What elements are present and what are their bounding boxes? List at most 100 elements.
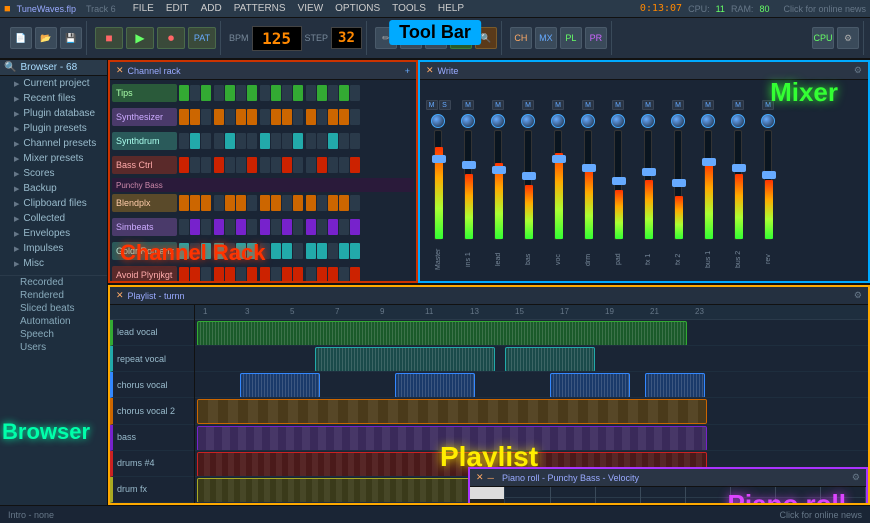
b3-5[interactable]	[236, 157, 246, 173]
beat-0-9[interactable]	[282, 85, 292, 101]
beat-0-14[interactable]	[339, 85, 349, 101]
b4-10[interactable]	[293, 195, 303, 211]
track-name-6[interactable]: drum fx	[110, 477, 194, 503]
piano-key-b4[interactable]	[470, 499, 504, 505]
b7-2[interactable]	[201, 267, 211, 281]
clip-chorus-4[interactable]	[645, 373, 705, 398]
b1-3[interactable]	[214, 109, 224, 125]
track-row-1[interactable]	[195, 346, 868, 372]
b7-8[interactable]	[271, 267, 281, 281]
b5-15[interactable]	[350, 219, 360, 235]
mixer-ch8-pan[interactable]	[671, 114, 685, 128]
mixer-master-mute[interactable]: M	[426, 100, 438, 110]
browser-item-channel-presets[interactable]: Channel presets	[0, 136, 107, 151]
mixer-master-fader[interactable]	[432, 155, 446, 163]
mixer-ch7-mute[interactable]: M	[642, 100, 654, 110]
playlist-toggle[interactable]: PL	[560, 27, 582, 49]
new-project-button[interactable]: 📄	[10, 27, 32, 49]
b5-7[interactable]	[260, 219, 270, 235]
menu-edit[interactable]: EDIT	[163, 3, 192, 14]
mixer-ch2-fader[interactable]	[492, 166, 506, 174]
b4-14[interactable]	[339, 195, 349, 211]
news-text[interactable]: Click for online news	[783, 4, 866, 14]
b1-13[interactable]	[328, 109, 338, 125]
play-button[interactable]: ▶	[126, 27, 154, 49]
track-name-2[interactable]: chorus vocal	[110, 372, 194, 398]
beat-0-6[interactable]	[247, 85, 257, 101]
mixer-ch3-fader[interactable]	[522, 172, 536, 180]
beat-0-13[interactable]	[328, 85, 338, 101]
b7-3[interactable]	[214, 267, 224, 281]
channel-name-0[interactable]: Tips	[112, 84, 177, 102]
mixer-ch9-pan[interactable]	[701, 114, 715, 128]
channel-name-4[interactable]: Blendplx	[112, 194, 177, 212]
browser-item-plugin-db[interactable]: Plugin database	[0, 106, 107, 121]
mixer-ch11-pan[interactable]	[761, 114, 775, 128]
channel-name-2[interactable]: Synthdrum	[112, 132, 177, 150]
mixer-ch10-pan[interactable]	[731, 114, 745, 128]
b4-9[interactable]	[282, 195, 292, 211]
menu-file[interactable]: FILE	[130, 3, 157, 14]
b4-7[interactable]	[260, 195, 270, 211]
b5-5[interactable]	[236, 219, 246, 235]
b5-6[interactable]	[247, 219, 257, 235]
b5-10[interactable]	[293, 219, 303, 235]
menu-help[interactable]: HELP	[435, 3, 467, 14]
beat-0-12[interactable]	[317, 85, 327, 101]
track-row-0[interactable]	[195, 320, 868, 346]
browser-sub-recorded[interactable]: Recorded	[0, 276, 107, 289]
track-row-3[interactable]	[195, 398, 868, 424]
b4-0[interactable]	[179, 195, 189, 211]
track-name-3[interactable]: chorus vocal 2	[110, 398, 194, 424]
b3-12[interactable]	[317, 157, 327, 173]
b1-12[interactable]	[317, 109, 327, 125]
b3-15[interactable]	[350, 157, 360, 173]
piano-roll-toggle[interactable]: PR	[585, 27, 607, 49]
b5-12[interactable]	[317, 219, 327, 235]
clip-chorus-2[interactable]	[395, 373, 475, 398]
b7-10[interactable]	[293, 267, 303, 281]
mixer-ch2-pan[interactable]	[491, 114, 505, 128]
clip-repeat-2[interactable]	[505, 347, 595, 372]
b3-2[interactable]	[201, 157, 211, 173]
b4-13[interactable]	[328, 195, 338, 211]
b2-9[interactable]	[282, 133, 292, 149]
clip-chorus-1[interactable]	[240, 373, 320, 398]
mixer-master-solo[interactable]: S	[439, 100, 451, 110]
b5-4[interactable]	[225, 219, 235, 235]
channel-name-3[interactable]: Bass Ctrl	[112, 156, 177, 174]
mixer-ch1-mute[interactable]: M	[462, 100, 474, 110]
b3-6[interactable]	[247, 157, 257, 173]
mixer-ch1-pan[interactable]	[461, 114, 475, 128]
mixer-ch5-pan[interactable]	[581, 114, 595, 128]
b7-13[interactable]	[328, 267, 338, 281]
clip-lead-vocal-main[interactable]	[197, 321, 687, 346]
b5-0[interactable]	[179, 219, 189, 235]
b5-8[interactable]	[271, 219, 281, 235]
b1-0[interactable]	[179, 109, 189, 125]
b5-2[interactable]	[201, 219, 211, 235]
b6-15[interactable]	[350, 243, 360, 259]
b7-11[interactable]	[306, 267, 316, 281]
mixer-ch4-pan[interactable]	[551, 114, 565, 128]
b1-4[interactable]	[225, 109, 235, 125]
b7-5[interactable]	[236, 267, 246, 281]
b2-0[interactable]	[179, 133, 189, 149]
mixer-ch4-fader[interactable]	[552, 155, 566, 163]
mixer-close[interactable]: ✕	[426, 65, 434, 76]
clip-repeat-1[interactable]	[315, 347, 495, 372]
b6-8[interactable]	[271, 243, 281, 259]
channel-rack-toggle[interactable]: CH	[510, 27, 532, 49]
b4-2[interactable]	[201, 195, 211, 211]
open-button[interactable]: 📂	[35, 27, 57, 49]
channel-name-1[interactable]: Synthesizer	[112, 108, 177, 126]
b6-13[interactable]	[328, 243, 338, 259]
b7-6[interactable]	[247, 267, 257, 281]
browser-sub-automation[interactable]: Automation	[0, 315, 107, 328]
b1-6[interactable]	[247, 109, 257, 125]
b6-9[interactable]	[282, 243, 292, 259]
b5-13[interactable]	[328, 219, 338, 235]
menu-add[interactable]: ADD	[198, 3, 225, 14]
b7-0[interactable]	[179, 267, 189, 281]
settings-button[interactable]: ⚙	[837, 27, 859, 49]
